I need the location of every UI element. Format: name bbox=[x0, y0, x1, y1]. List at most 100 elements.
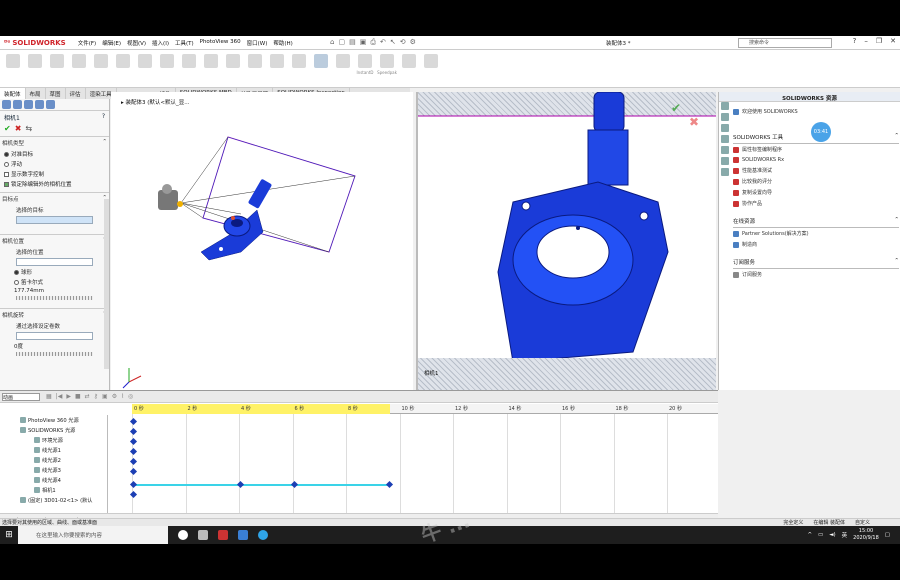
clock[interactable]: 15:00 2020/9/18 bbox=[853, 528, 879, 542]
task-pane-link[interactable]: 性能基准测试 bbox=[733, 165, 899, 176]
volume-icon[interactable]: ◄) bbox=[829, 532, 835, 538]
solidworks-logo[interactable]: ᴰˢ SOLIDWORKS bbox=[0, 39, 70, 47]
ribbon-tool-button[interactable] bbox=[398, 54, 420, 87]
ribbon-tool-button[interactable] bbox=[288, 54, 310, 87]
ribbon-tool-button[interactable] bbox=[420, 54, 442, 87]
task-view-icon[interactable] bbox=[198, 530, 208, 540]
timeline[interactable]: 0 秒 2 秒 4 秒 6 秒 8 秒 10 秒 12 秒 14 秒 16 秒 18 秒 20 秒 bbox=[129, 404, 718, 514]
tab-2[interactable]: 草图 bbox=[46, 88, 66, 99]
select-icon[interactable]: ↖ bbox=[390, 38, 396, 47]
solidworks-app-icon[interactable] bbox=[218, 530, 228, 540]
menu-item[interactable]: 视图(V) bbox=[127, 39, 146, 47]
motion-tree-item[interactable]: 线光源3 bbox=[0, 465, 107, 475]
play-icon[interactable]: ▶ bbox=[66, 393, 71, 400]
task-pane-link[interactable]: 协作产品 bbox=[733, 198, 899, 209]
collapse-icon[interactable]: ⌃ bbox=[894, 133, 899, 141]
community-section[interactable]: 在线资源 ⌃ bbox=[733, 215, 899, 228]
menu-item[interactable]: 文件(F) bbox=[78, 39, 96, 47]
save-animation-icon[interactable]: ▣ bbox=[102, 393, 108, 400]
dim-expert-tab-icon[interactable] bbox=[35, 100, 44, 109]
minimize-button[interactable]: – bbox=[864, 37, 868, 45]
resources-icon[interactable] bbox=[721, 113, 729, 121]
file-explorer-icon[interactable] bbox=[721, 135, 729, 143]
menu-item[interactable]: 帮助(H) bbox=[273, 39, 292, 47]
camera-type-section[interactable]: 相机类型 ⌃ bbox=[0, 136, 109, 149]
notification-icon[interactable]: ▢ bbox=[885, 532, 890, 538]
input-language[interactable]: 英 bbox=[842, 531, 848, 539]
stop-icon[interactable]: ■ bbox=[75, 393, 81, 400]
appearances-icon[interactable] bbox=[721, 157, 729, 165]
panel-scrollbar[interactable] bbox=[104, 199, 109, 369]
feature-tree-tab-icon[interactable] bbox=[2, 100, 11, 109]
ribbon-tool-button[interactable] bbox=[266, 54, 288, 87]
status-units[interactable]: 自定义 bbox=[855, 519, 870, 526]
config-manager-tab-icon[interactable] bbox=[24, 100, 33, 109]
distance-slider[interactable] bbox=[16, 296, 93, 300]
subscription-section[interactable]: 订阅服务 ⌃ bbox=[733, 256, 899, 269]
position-section[interactable]: 相机位置⌃ bbox=[0, 234, 109, 247]
ribbon-tool-button[interactable] bbox=[200, 54, 222, 87]
welcome-link[interactable]: 欢迎使用 SOLIDWORKS bbox=[733, 106, 899, 117]
collapse-icon[interactable]: ⌃ bbox=[102, 139, 107, 147]
restore-button[interactable]: ❐ bbox=[876, 37, 882, 45]
sphere-option[interactable]: 球形 bbox=[0, 267, 109, 277]
ribbon-tool-button[interactable] bbox=[112, 54, 134, 87]
menu-item[interactable]: 编辑(E) bbox=[102, 39, 121, 47]
ok-check-icon[interactable]: ✔ bbox=[4, 124, 11, 133]
ribbon-tool-button[interactable] bbox=[46, 54, 68, 87]
task-pane-link[interactable]: 比较我的评分 bbox=[733, 176, 899, 187]
roll-slider[interactable] bbox=[16, 352, 93, 356]
float-option[interactable]: 浮动 bbox=[0, 159, 109, 169]
ribbon-tool-button[interactable] bbox=[68, 54, 90, 87]
ribbon-tool-button[interactable] bbox=[24, 54, 46, 87]
ribbon-tool-button[interactable] bbox=[156, 54, 178, 87]
confirm-check-icon[interactable]: ✔ bbox=[671, 101, 681, 115]
task-pane-link[interactable]: Partner Solutions(解决方案) bbox=[733, 228, 899, 239]
motion-tree-item[interactable]: 线光源1 bbox=[0, 445, 107, 455]
motion-tree-item[interactable]: 环境光源 bbox=[0, 435, 107, 445]
pushpin-icon[interactable]: ⇆ bbox=[25, 124, 32, 133]
ribbon-tool-button[interactable] bbox=[310, 54, 332, 87]
close-button[interactable]: ✕ bbox=[890, 37, 896, 45]
playback-speed-icon[interactable]: ⇄ bbox=[85, 393, 90, 400]
cartesian-option[interactable]: 笛卡尔式 bbox=[0, 277, 109, 287]
save-icon[interactable]: ▣ bbox=[360, 38, 367, 47]
autokey-icon[interactable]: ⚷ bbox=[94, 393, 98, 400]
graphics-viewport-main[interactable]: ▸ 装配体3 (默认<默认_显... bbox=[111, 92, 413, 390]
motion-tree-item[interactable]: PhotoView 360 光源 bbox=[0, 415, 107, 425]
spring-icon[interactable]: ⌇ bbox=[121, 393, 124, 400]
open-icon[interactable]: ▤ bbox=[349, 38, 356, 47]
tab-1[interactable]: 布局 bbox=[26, 88, 46, 99]
menu-item[interactable]: PhotoView 360 bbox=[200, 39, 241, 47]
home-icon[interactable] bbox=[721, 102, 729, 110]
new-icon[interactable]: ▢ bbox=[338, 38, 345, 47]
cancel-x-icon[interactable]: ✖ bbox=[689, 115, 699, 129]
windows-start-icon[interactable]: ⊞ bbox=[0, 526, 18, 544]
rotation-selection-field[interactable] bbox=[16, 332, 93, 340]
taskbar-search[interactable]: 在这里输入你要搜索的内容 bbox=[18, 526, 168, 544]
position-selection-field[interactable] bbox=[16, 258, 93, 266]
browser-icon[interactable] bbox=[258, 530, 268, 540]
play-start-icon[interactable]: |◀ bbox=[56, 393, 63, 400]
motion-tree-item[interactable]: 线光源2 bbox=[0, 455, 107, 465]
tab-3[interactable]: 评估 bbox=[66, 88, 86, 99]
ribbon-tool-button[interactable] bbox=[90, 54, 112, 87]
motion-tree-item[interactable]: (固定) 3D01-02<1> (默认 bbox=[0, 495, 107, 505]
menu-item[interactable]: 窗口(W) bbox=[247, 39, 268, 47]
menu-item[interactable]: 插入(I) bbox=[152, 39, 169, 47]
task-pane-link[interactable]: 属性标签编制程序 bbox=[733, 144, 899, 155]
ribbon-tool-button[interactable] bbox=[178, 54, 200, 87]
task-pane-link[interactable]: 复制设置向导 bbox=[733, 187, 899, 198]
motion-tree-item[interactable]: 线光源4 bbox=[0, 475, 107, 485]
options-icon[interactable]: ⚙ bbox=[410, 38, 416, 47]
ribbon-tool-button[interactable] bbox=[134, 54, 156, 87]
calculate-icon[interactable]: ▦ bbox=[46, 393, 52, 400]
collapse-icon[interactable]: ⌃ bbox=[894, 217, 899, 225]
search-commands-input[interactable]: 搜索命令 bbox=[738, 38, 832, 48]
app-icon[interactable] bbox=[238, 530, 248, 540]
graphics-viewport-camera[interactable]: ✔ ✖ 相机1 bbox=[416, 92, 716, 390]
contact-icon[interactable]: ◎ bbox=[128, 393, 133, 400]
property-manager-tab-icon[interactable] bbox=[13, 100, 22, 109]
roll-field[interactable]: 0度 bbox=[0, 341, 109, 351]
rotation-section[interactable]: 相机旋转⌃ bbox=[0, 308, 109, 321]
